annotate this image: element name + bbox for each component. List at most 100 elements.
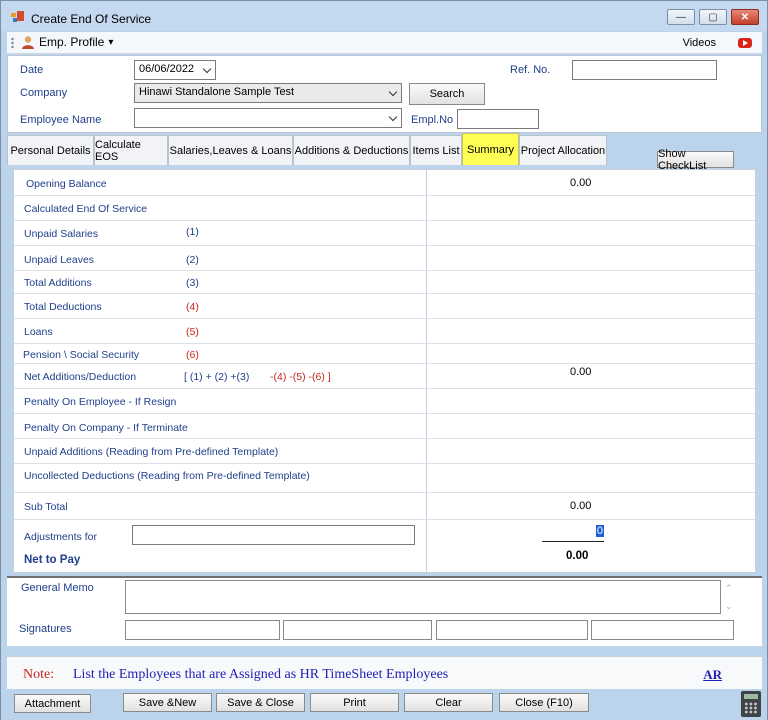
scroll-up-icon[interactable]: ⌃ [725,583,735,593]
user-icon [22,36,34,49]
adjustments-for-label: Adjustments for [24,531,97,543]
note-text: List the Employees that are Assigned as … [73,667,449,682]
formula-deductions: -(4) -(5) -(6) ] [270,371,331,383]
pension-label: Pension \ Social Security [23,349,140,361]
penalty-employee-label: Penalty On Employee - If Resign [24,396,177,408]
empl-no-label: Empl.No [411,114,454,126]
penalty-employee-row: Penalty On Employee - If Resign [14,389,755,414]
scroll-down-icon[interactable]: ⌄ [725,601,735,611]
title-bar: Create End Of Service — ▢ ✕ [1,1,767,31]
tab-calculate-eos[interactable]: Calculate EOS [94,135,168,165]
signature-field-4[interactable] [591,620,734,640]
company-combo[interactable]: Hinawi Standalone Sample Test [134,83,402,103]
ref-no-input[interactable] [572,60,717,80]
pension-row: Pension \ Social Security (6) [14,344,755,364]
total-deductions-label: Total Deductions [24,301,102,313]
clear-button[interactable]: Clear [404,693,493,712]
unpaid-leaves-number: (2) [186,254,199,266]
end-of-service-window: Create End Of Service — ▢ ✕ Emp. Profile… [0,0,768,720]
close-window-button[interactable]: ✕ [731,9,759,25]
menu-bar: Emp. Profile ▾ Videos [7,32,762,54]
net-to-pay-value: 0.00 [566,550,589,562]
adjustments-row: Adjustments for 0 [14,520,755,548]
youtube-icon[interactable] [738,38,752,48]
adjustments-description-input[interactable] [132,525,415,545]
signature-field-3[interactable] [436,620,588,640]
tab-bar: Personal Details Calculate EOS Salaries,… [7,133,762,172]
chevron-down-icon [202,64,212,74]
maximize-button[interactable]: ▢ [699,9,727,25]
date-value: 06/06/2022 [139,63,195,75]
employee-name-label: Employee Name [20,114,102,126]
total-deductions-number: (4) [186,301,199,313]
pension-number: (6) [186,349,199,361]
header-panel: Date 06/06/2022 Ref. No. Company Hinawi … [7,55,762,133]
signatures-label: Signatures [19,623,72,635]
chevron-down-icon [388,87,398,97]
penalty-company-label: Penalty On Company - If Terminate [24,422,188,434]
date-label: Date [20,64,44,76]
grip-icon [11,37,14,49]
tab-items-list[interactable]: Items List [410,135,462,165]
employee-name-combo[interactable] [134,108,402,128]
date-picker[interactable]: 06/06/2022 [134,60,216,80]
note-panel: Note: List the Employees that are Assign… [7,656,762,689]
sub-total-value: 0.00 [570,500,592,512]
general-memo-label: General Memo [21,582,94,594]
close-button[interactable]: Close (F10) [499,693,589,712]
company-value: Hinawi Standalone Sample Test [139,86,295,98]
total-additions-label: Total Additions [24,277,92,289]
signature-field-2[interactable] [283,620,432,640]
formula-additions: [ (1) + (2) +(3) [184,371,250,383]
chevron-down-icon [388,112,398,122]
unpaid-leaves-row: Unpaid Leaves (2) [14,246,755,271]
calculator-icon[interactable] [741,691,761,717]
tab-project-allocation[interactable]: Project Allocation [519,135,607,165]
sub-total-label: Sub Total [24,501,68,513]
net-to-pay-row: Net to Pay 0.00 [14,548,755,574]
sub-total-row: Sub Total 0.00 [14,493,755,520]
total-deductions-row: Total Deductions (4) [14,294,755,319]
adjustments-amount-input[interactable]: 0 [542,525,604,542]
note-label: Note: [23,667,55,682]
net-additions-deduction-row: Net Additions/Deduction [ (1) + (2) +(3)… [14,364,755,389]
chevron-down-icon: ▾ [108,36,114,48]
tab-personal-details[interactable]: Personal Details [7,135,94,165]
save-new-button[interactable]: Save &New [123,693,212,712]
empl-no-input[interactable] [457,109,539,129]
tab-additions-deductions[interactable]: Additions & Deductions [293,135,410,165]
tab-summary[interactable]: Summary [462,133,519,165]
general-memo-textarea[interactable] [125,580,721,614]
print-button[interactable]: Print [310,693,399,712]
net-to-pay-label: Net to Pay [24,554,81,566]
unpaid-salaries-row: Unpaid Salaries (1) [14,221,755,246]
show-checklist-button[interactable]: Show CheckList [657,148,734,172]
loans-label: Loans [24,326,53,338]
opening-balance-label: Opening Balance [26,178,107,190]
ar-language-link[interactable]: AR [703,667,722,683]
search-button[interactable]: Search [409,83,485,105]
unpaid-additions-template-row: Unpaid Additions (Reading from Pre-defin… [14,439,755,464]
unpaid-leaves-label: Unpaid Leaves [24,254,95,266]
summary-panel: Opening Balance 0.00 Calculated End Of S… [13,169,756,574]
save-close-button[interactable]: Save & Close [216,693,305,712]
uncollected-deductions-template-row: Uncollected Deductions (Reading from Pre… [14,464,755,493]
opening-balance-value: 0.00 [570,177,592,189]
minimize-button[interactable]: — [667,9,695,25]
emp-profile-label: Emp. Profile [39,35,105,49]
footer-toolbar: Attachment Save &New Save & Close Print … [1,690,767,720]
unpaid-salaries-label: Unpaid Salaries [24,228,99,240]
ref-no-label: Ref. No. [510,64,551,76]
total-additions-row: Total Additions (3) [14,271,755,294]
videos-link[interactable]: Videos [683,37,716,49]
signature-field-1[interactable] [125,620,280,640]
unpaid-salaries-number: (1) [186,226,199,238]
tab-salaries-leaves-loans[interactable]: Salaries,Leaves & Loans [168,135,293,165]
window-title: Create End Of Service [31,12,152,26]
app-icon [11,11,24,22]
net-additions-deduction-label: Net Additions/Deduction [24,371,137,383]
loans-row: Loans (5) [14,319,755,344]
emp-profile-menu[interactable]: Emp. Profile ▾ [21,35,113,49]
company-label: Company [20,87,68,99]
attachment-button[interactable]: Attachment [14,694,91,713]
